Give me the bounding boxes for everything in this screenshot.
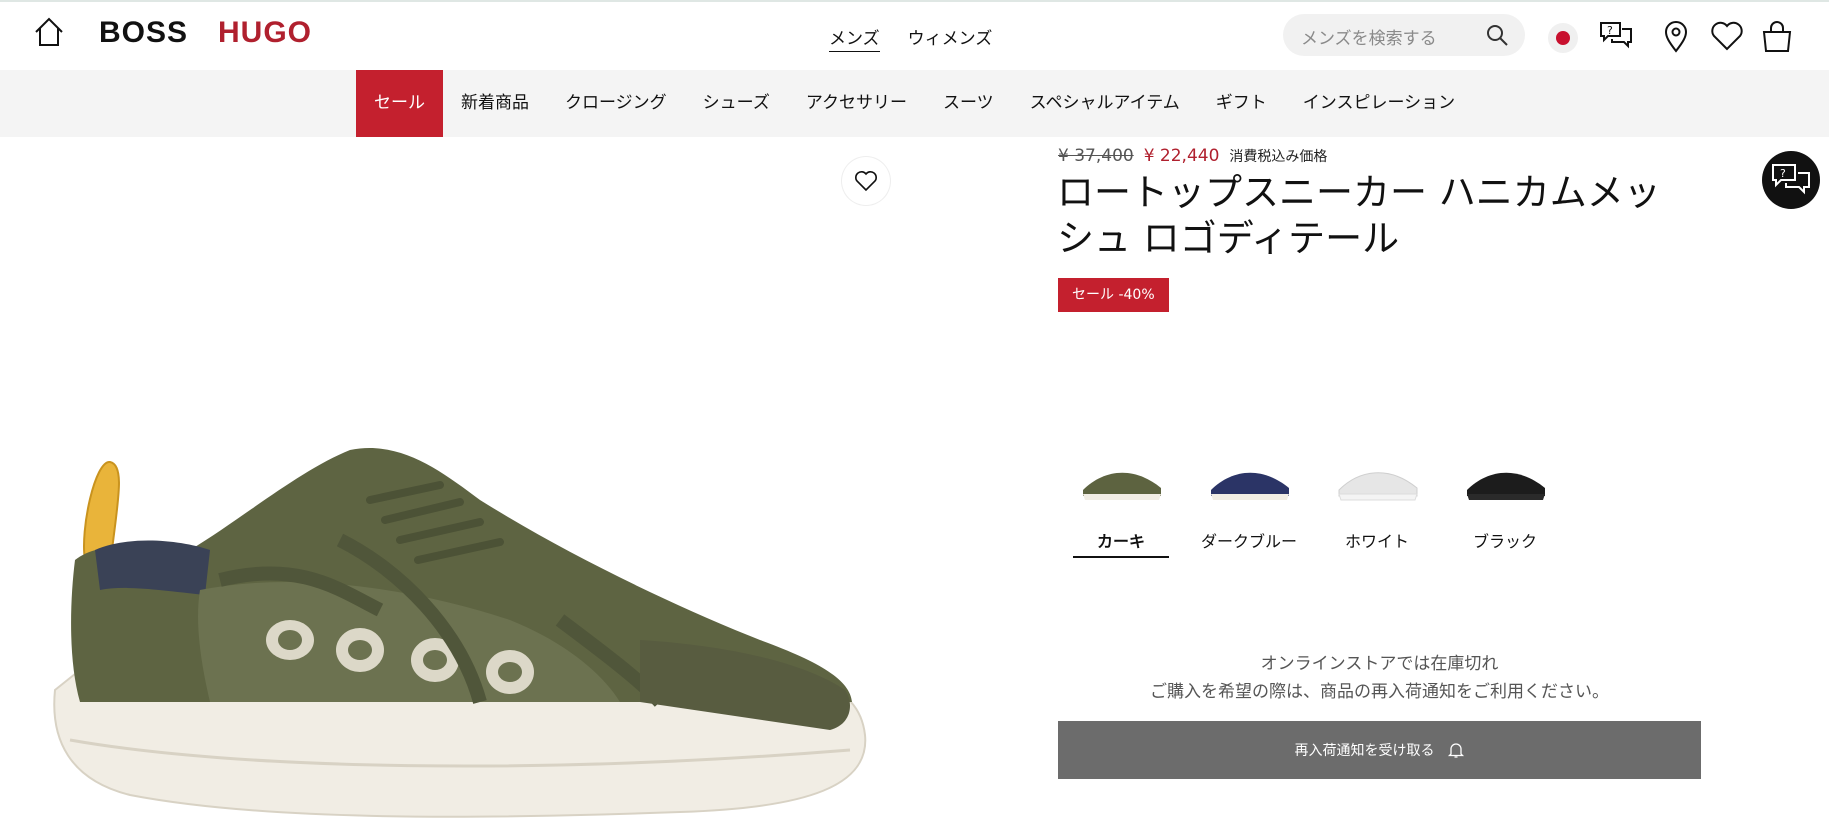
original-price: ¥ 37,400 [1058, 146, 1134, 166]
bell-icon [1447, 743, 1464, 758]
color-swatch-dark-blue[interactable]: ダークブルー [1201, 450, 1297, 558]
nav-item-special-items[interactable]: スペシャルアイテム [1012, 70, 1198, 137]
nav-item-accessories[interactable]: アクセサリー [788, 70, 925, 137]
chat-button[interactable]: ? [1762, 151, 1820, 209]
swatch-label: ホワイト [1344, 532, 1409, 551]
swatch-label: ブラック [1472, 532, 1537, 551]
heart-icon[interactable] [1709, 18, 1745, 54]
sale-badge: セール -40% [1058, 278, 1169, 312]
heart-icon [855, 171, 877, 192]
help-chat-icon[interactable]: ? [1598, 18, 1634, 54]
tab-mens[interactable]: メンズ [829, 24, 880, 52]
nav-item-clothing[interactable]: クロージング [547, 70, 685, 137]
swatch-thumbnail [1338, 472, 1418, 501]
boss-logo[interactable]: BOSS [99, 16, 188, 50]
restock-hint-line: ご購入を希望の際は、商品の再入荷通知をご利用ください。 [1150, 682, 1609, 702]
swatch-thumbnail [1211, 472, 1289, 500]
site-header: BOSS HUGO メンズ ウィメンズ メンズを検索する ? [0, 2, 1829, 70]
svg-text:?: ? [1780, 167, 1786, 180]
nav-item-sale[interactable]: セール [356, 70, 443, 137]
swatch-label: ダークブルー [1201, 532, 1298, 551]
nav-item-suits[interactable]: スーツ [925, 70, 1012, 137]
japan-flag-icon[interactable] [1548, 23, 1578, 53]
swatch-thumbnail [1467, 472, 1545, 500]
location-pin-icon[interactable] [1658, 18, 1694, 54]
color-swatch-khaki[interactable]: カーキ [1073, 450, 1169, 558]
nav-item-shoes[interactable]: シューズ [685, 70, 788, 137]
stock-message: オンラインストアでは在庫切れ ご購入を希望の際は、商品の再入荷通知をご利用くださ… [1058, 650, 1701, 706]
notify-restock-label: 再入荷通知を受け取る [1294, 743, 1435, 759]
tax-note: 消費税込み価格 [1229, 149, 1328, 165]
search-icon[interactable] [1485, 23, 1509, 47]
gender-nav: メンズ ウィメンズ [829, 24, 992, 52]
add-to-wishlist-button[interactable] [842, 157, 890, 205]
product-image [53, 448, 867, 818]
swatch-thumbnail [1083, 472, 1161, 500]
swatch-label: カーキ [1073, 528, 1169, 558]
shopping-bag-icon[interactable] [1759, 18, 1795, 54]
color-swatch-black[interactable]: ブラック [1457, 450, 1553, 558]
nav-item-gifts[interactable]: ギフト [1198, 70, 1285, 137]
stock-status-line: オンラインストアでは在庫切れ [1260, 654, 1499, 674]
tab-womens[interactable]: ウィメンズ [908, 24, 993, 52]
price-row: ¥ 37,400 ¥ 22,440 消費税込み価格 [1058, 146, 1327, 166]
color-swatch-white[interactable]: ホワイト [1329, 450, 1425, 558]
chat-icon: ? [1772, 164, 1810, 195]
home-icon[interactable] [32, 15, 66, 49]
sale-price: ¥ 22,440 [1143, 146, 1220, 166]
nav-item-new-arrivals[interactable]: 新着商品 [443, 70, 547, 137]
product-title: ロートップスニーカー ハニカムメッシュ ロゴディテール [1057, 171, 1661, 260]
notify-restock-button[interactable]: 再入荷通知を受け取る [1058, 721, 1701, 779]
hugo-logo[interactable]: HUGO [218, 16, 312, 50]
search-placeholder: メンズを検索する [1301, 29, 1437, 49]
nav-item-inspiration[interactable]: インスピレーション [1285, 70, 1473, 137]
svg-text:?: ? [1607, 24, 1613, 37]
search-input[interactable]: メンズを検索する [1283, 14, 1525, 56]
color-swatches: カーキ ダークブルー ホワイト ブラック [1073, 450, 1553, 558]
category-nav: セール 新着商品 クロージング シューズ アクセサリー スーツ スペシャルアイテ… [0, 70, 1829, 137]
